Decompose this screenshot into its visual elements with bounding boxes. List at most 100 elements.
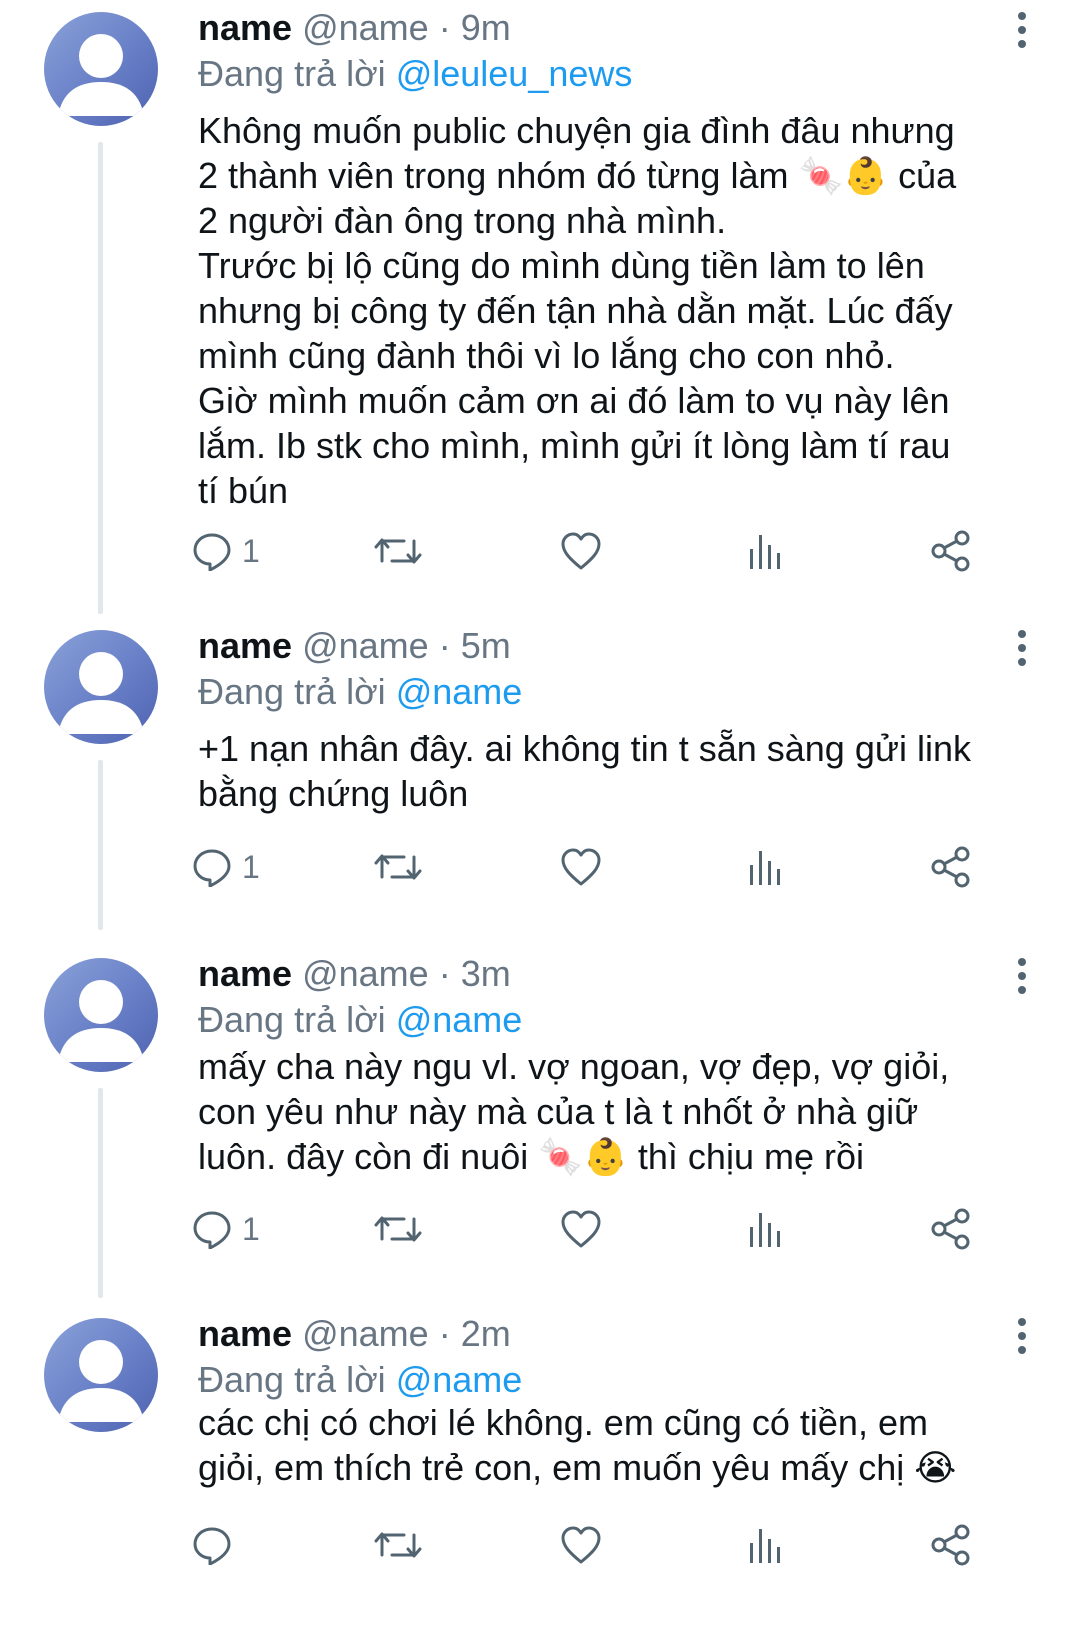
avatar[interactable] — [44, 958, 158, 1072]
separator-dot: · — [438, 625, 451, 666]
timestamp[interactable]: 9m — [461, 7, 511, 48]
tweet-text: các chị có chơi lé không. em cũng có tiề… — [198, 1402, 957, 1488]
like-button[interactable] — [560, 526, 602, 576]
tweet-text: mấy cha này ngu vl. vợ ngoan, vợ đẹp, vợ… — [198, 1046, 950, 1177]
like-button[interactable] — [560, 1520, 602, 1570]
replying-to: Đang trả lời @name — [198, 670, 522, 714]
timestamp[interactable]: 2m — [461, 1313, 511, 1354]
replying-to-label: Đang trả lời — [198, 53, 386, 94]
like-button[interactable] — [560, 1204, 602, 1254]
tweet-header: name @name · 5m — [198, 624, 511, 668]
tweet-actions: 1 — [0, 842, 1080, 892]
replying-to: Đang trả lời @leuleu_news — [198, 52, 632, 96]
reply-button[interactable]: 1 — [192, 1204, 260, 1254]
analytics-button[interactable] — [748, 842, 784, 892]
analytics-button[interactable] — [748, 1520, 784, 1570]
tweet-header: name @name · 3m — [198, 952, 511, 996]
tweet-text: +1 nạn nhân đây. ai không tin t sẵn sàng… — [198, 728, 971, 814]
like-button[interactable] — [560, 842, 602, 892]
bar-chart-icon — [750, 851, 780, 885]
more-options-button[interactable] — [1010, 956, 1034, 996]
reply-mention-link[interactable]: @name — [396, 999, 523, 1040]
speech-bubble-icon — [193, 533, 231, 571]
retweet-button[interactable] — [374, 842, 422, 892]
retweet-icon — [374, 1532, 422, 1558]
reply-button[interactable] — [192, 1520, 242, 1570]
tweet-actions: 1 — [0, 1204, 1080, 1254]
tweet-text: Không muốn public chuyện gia đình đâu nh… — [198, 110, 957, 511]
reply-mention-link[interactable]: @leuleu_news — [396, 53, 633, 94]
reply-count: 1 — [242, 1211, 260, 1247]
handle[interactable]: @name — [302, 1313, 429, 1354]
more-options-button[interactable] — [1010, 1316, 1034, 1356]
tweet[interactable]: name @name · 9m Đang trả lời @leuleu_new… — [0, 0, 1080, 620]
display-name[interactable]: name — [198, 625, 292, 666]
handle[interactable]: @name — [302, 625, 429, 666]
heart-icon — [561, 532, 601, 570]
tweet[interactable]: name @name · 2m Đang trả lời @name các c… — [0, 1306, 1080, 1632]
bar-chart-icon — [750, 535, 780, 569]
thread-line — [98, 1088, 103, 1298]
retweet-icon — [374, 854, 422, 880]
retweet-button[interactable] — [374, 526, 422, 576]
reply-count: 1 — [242, 533, 260, 569]
reply-button[interactable]: 1 — [192, 842, 260, 892]
retweet-button[interactable] — [374, 1520, 422, 1570]
separator-dot: · — [438, 953, 451, 994]
retweet-icon — [374, 538, 422, 564]
timestamp[interactable]: 3m — [461, 953, 511, 994]
replying-to: Đang trả lời @name — [198, 998, 522, 1042]
display-name[interactable]: name — [198, 953, 292, 994]
vertical-dots-icon — [1018, 630, 1026, 666]
retweet-icon — [374, 1216, 422, 1242]
bar-chart-icon — [750, 1213, 780, 1247]
speech-bubble-icon — [193, 1211, 231, 1249]
heart-icon — [561, 848, 601, 886]
avatar[interactable] — [44, 630, 158, 744]
tweet[interactable]: name @name · 3m Đang trả lời @name mấy c… — [0, 946, 1080, 1342]
share-button[interactable] — [930, 842, 972, 892]
share-button[interactable] — [930, 526, 972, 576]
display-name[interactable]: name — [198, 1313, 292, 1354]
share-button[interactable] — [930, 1520, 972, 1570]
retweet-button[interactable] — [374, 1204, 422, 1254]
vertical-dots-icon — [1018, 12, 1026, 48]
vertical-dots-icon — [1018, 958, 1026, 994]
tweet-actions — [0, 1520, 1080, 1570]
replying-to-label: Đang trả lời — [198, 671, 386, 712]
replying-to-label: Đang trả lời — [198, 1359, 386, 1400]
share-icon — [931, 846, 970, 888]
reply-mention-link[interactable]: @name — [396, 671, 523, 712]
timestamp[interactable]: 5m — [461, 625, 511, 666]
speech-bubble-icon — [193, 1527, 231, 1565]
separator-dot: · — [438, 7, 451, 48]
handle[interactable]: @name — [302, 7, 429, 48]
more-options-button[interactable] — [1010, 628, 1034, 668]
analytics-button[interactable] — [748, 1204, 784, 1254]
share-icon — [931, 530, 970, 572]
replying-to-label: Đang trả lời — [198, 999, 386, 1040]
display-name[interactable]: name — [198, 7, 292, 48]
reply-mention-link[interactable]: @name — [396, 1359, 523, 1400]
tweet[interactable]: name @name · 5m Đang trả lời @name +1 nạ… — [0, 618, 1080, 936]
share-icon — [931, 1208, 970, 1250]
heart-icon — [561, 1210, 601, 1248]
heart-icon — [561, 1526, 601, 1564]
replying-to: Đang trả lời @name — [198, 1358, 522, 1402]
handle[interactable]: @name — [302, 953, 429, 994]
share-button[interactable] — [930, 1204, 972, 1254]
reply-button[interactable]: 1 — [192, 526, 260, 576]
analytics-button[interactable] — [748, 526, 784, 576]
tweet-header: name @name · 2m — [198, 1312, 511, 1356]
share-icon — [931, 1524, 970, 1566]
speech-bubble-icon — [193, 849, 231, 887]
avatar[interactable] — [44, 12, 158, 126]
vertical-dots-icon — [1018, 1318, 1026, 1354]
separator-dot: · — [438, 1313, 451, 1354]
tweet-header: name @name · 9m — [198, 6, 511, 50]
avatar[interactable] — [44, 1318, 158, 1432]
more-options-button[interactable] — [1010, 10, 1034, 50]
tweet-actions: 1 — [0, 526, 1080, 576]
reply-count: 1 — [242, 849, 260, 885]
bar-chart-icon — [750, 1529, 780, 1563]
